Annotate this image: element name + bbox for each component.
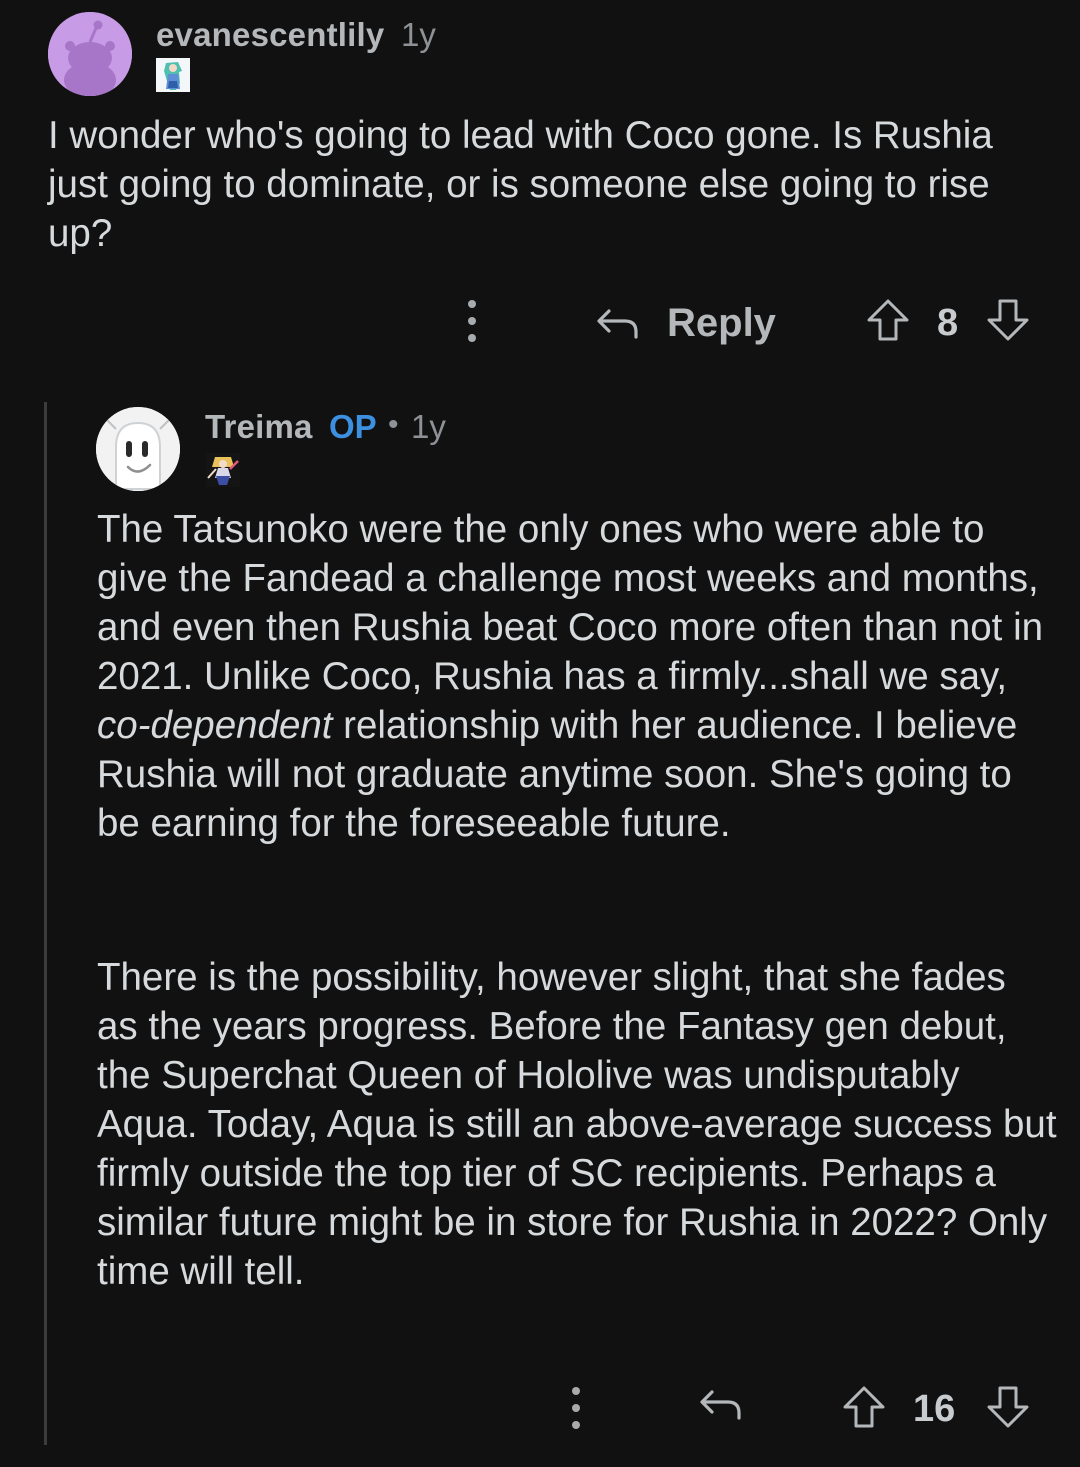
reply-arrow-icon xyxy=(595,305,639,341)
user-avatar[interactable] xyxy=(96,407,180,491)
reply-arrow-icon[interactable] xyxy=(698,1386,742,1422)
user-avatar[interactable] xyxy=(48,12,132,96)
character-flair-icon xyxy=(155,57,191,93)
comment-age: 1y xyxy=(401,16,436,53)
upvote-arrow-icon[interactable] xyxy=(842,1385,886,1429)
comment-actions: 16 xyxy=(0,1380,1080,1440)
meta-separator: • xyxy=(388,408,399,441)
snoo-avatar-icon xyxy=(48,12,132,96)
op-badge: OP xyxy=(329,408,377,445)
reply-label: Reply xyxy=(667,300,776,345)
comment-body-paragraph-1: The Tatsunoko were the only ones who wer… xyxy=(97,505,1057,848)
emphasized-text: co-dependent xyxy=(97,704,333,747)
body-text-segment: The Tatsunoko were the only ones who wer… xyxy=(97,508,1044,698)
more-options-icon[interactable] xyxy=(466,300,478,346)
vote-count: 16 xyxy=(913,1388,956,1430)
ghost-avatar-icon xyxy=(96,407,180,491)
downvote-arrow-icon[interactable] xyxy=(986,1385,1030,1429)
username[interactable]: evanescentlily xyxy=(156,16,384,54)
username[interactable]: Treima xyxy=(205,408,313,446)
character-flair-icon xyxy=(205,452,241,488)
more-options-icon[interactable] xyxy=(570,1387,582,1433)
comment-evanescentlily: evanescentlily 1y I wonder who's going t… xyxy=(0,0,1080,360)
downvote-arrow-icon[interactable] xyxy=(986,298,1030,342)
upvote-arrow-icon[interactable] xyxy=(866,298,910,342)
comment-body-paragraph-2: There is the possibility, however slight… xyxy=(97,956,1057,1293)
comment-body: I wonder who's going to lead with Coco g… xyxy=(48,114,993,255)
comment-age: 1y xyxy=(411,408,446,445)
comment-treima: Treima OP • 1y The Tatsunoko were the on… xyxy=(0,395,1080,1467)
comment-actions: Reply 8 xyxy=(0,292,1080,352)
reply-button[interactable]: Reply xyxy=(595,294,776,352)
vote-count: 8 xyxy=(937,302,959,344)
